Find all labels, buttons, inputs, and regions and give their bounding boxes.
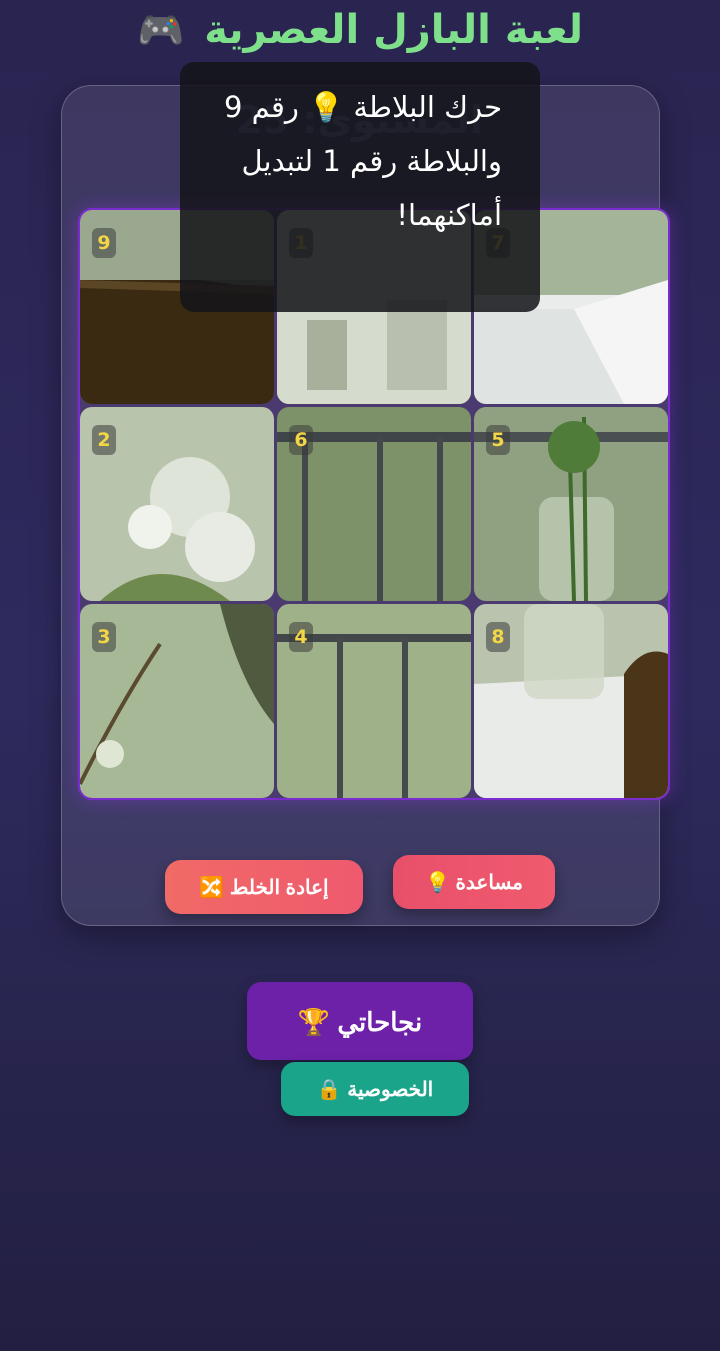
game-title: لعبة البازل العصرية 🎮 <box>0 4 720 56</box>
puzzle-tile[interactable]: 6 <box>277 407 471 601</box>
puzzle-tile[interactable]: 2 <box>80 407 274 601</box>
tile-number: 6 <box>289 425 313 455</box>
achievements-button[interactable]: نجاحاتي 🏆 <box>247 982 473 1060</box>
tile-number: 4 <box>289 622 313 652</box>
help-button[interactable]: مساعدة 💡 <box>393 855 555 909</box>
shuffle-button[interactable]: إعادة الخلط 🔀 <box>165 860 363 914</box>
tile-number: 3 <box>92 622 116 652</box>
puzzle-tile[interactable]: 8 <box>474 604 668 798</box>
game-controller-icon: 🎮 <box>137 8 185 52</box>
tile-number: 5 <box>486 425 510 455</box>
privacy-button[interactable]: الخصوصية 🔒 <box>281 1062 469 1116</box>
puzzle-tile[interactable]: 3 <box>80 604 274 798</box>
hint-tooltip: حرك البلاطة 💡 رقم 9 والبلاطة رقم 1 لتبدي… <box>180 62 540 312</box>
tile-number: 9 <box>92 228 116 258</box>
puzzle-tile[interactable]: 4 <box>277 604 471 798</box>
title-text: لعبة البازل العصرية <box>204 7 583 53</box>
tile-number: 8 <box>486 622 510 652</box>
puzzle-tile[interactable]: 5 <box>474 407 668 601</box>
tile-number: 2 <box>92 425 116 455</box>
